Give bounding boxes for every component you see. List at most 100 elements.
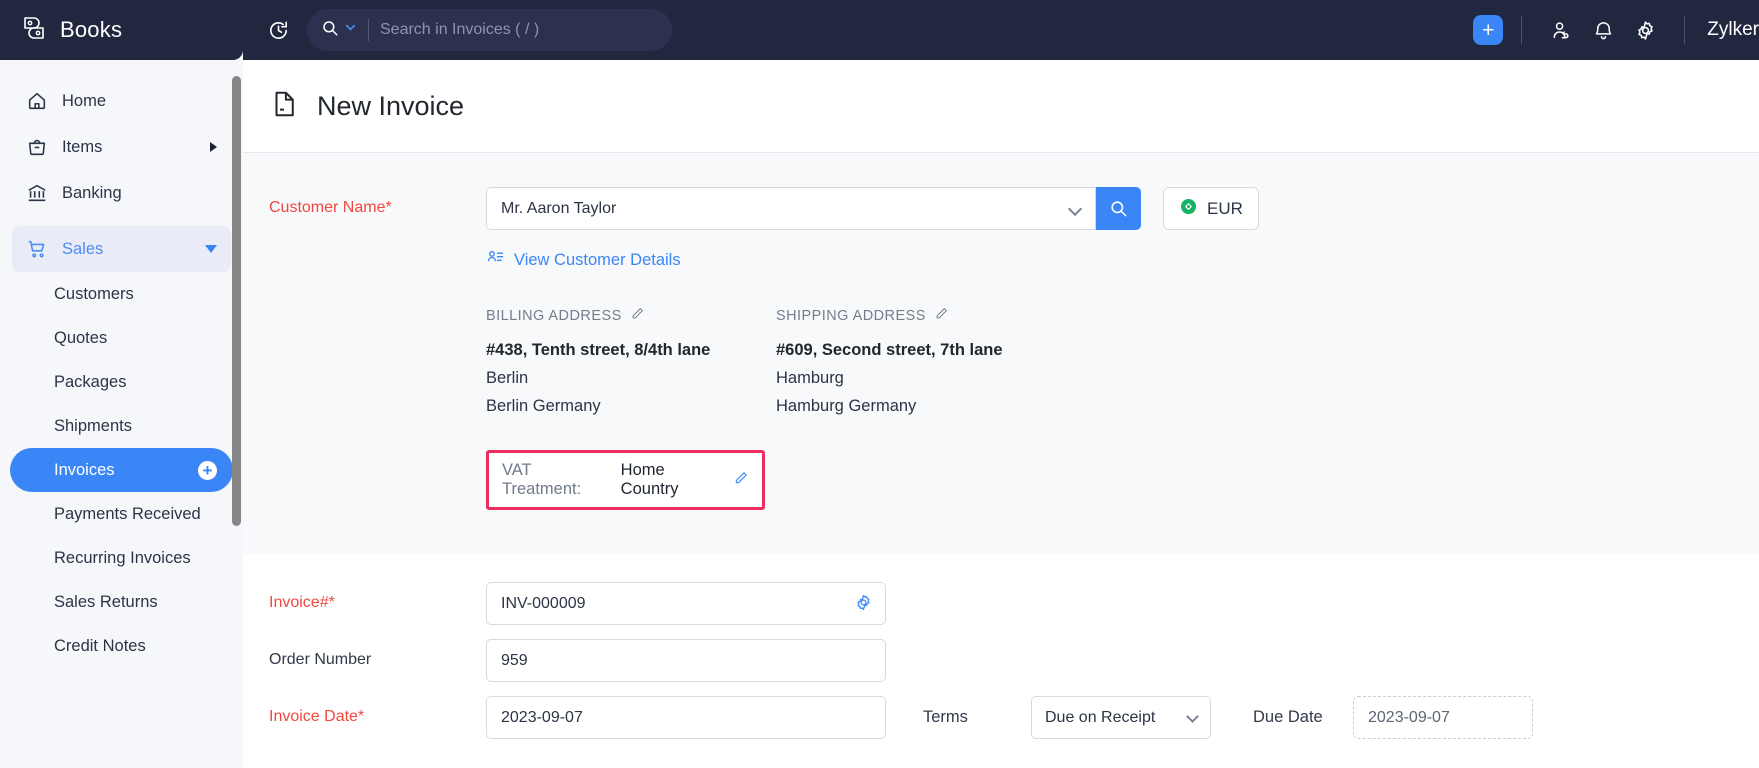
invoice-number-label: Invoice#* (269, 582, 486, 612)
pencil-icon[interactable] (733, 470, 749, 491)
customer-name-select-wrap (486, 187, 1096, 230)
pencil-icon[interactable] (630, 306, 645, 325)
search-icon (321, 19, 339, 42)
sidebar-sub-label: Payments Received (54, 505, 201, 524)
sidebar-item-label: Items (62, 138, 102, 157)
sidebar-item-banking[interactable]: Banking (12, 170, 231, 216)
document-icon (269, 89, 299, 124)
invoice-date-input[interactable] (486, 696, 886, 739)
due-date-label: Due Date (1253, 696, 1353, 727)
due-date-value[interactable]: 2023-09-07 (1353, 696, 1533, 739)
billing-address-line1: #438, Tenth street, 8/4th lane (486, 341, 776, 360)
bank-icon (26, 182, 52, 204)
invoice-date-label: Invoice Date* (269, 696, 486, 726)
quick-create-button[interactable]: + (1473, 15, 1503, 45)
topbar-divider (1684, 16, 1685, 44)
sidebar-item-sales-returns[interactable]: Sales Returns (10, 580, 233, 624)
vat-treatment-box[interactable]: VAT Treatment: Home Country (486, 450, 765, 510)
cart-icon (26, 238, 52, 260)
history-clock-icon[interactable] (261, 19, 295, 42)
chevron-right-icon (210, 142, 217, 152)
invoice-number-field (486, 582, 886, 625)
currency-icon (1179, 197, 1198, 221)
invoice-number-input[interactable] (486, 582, 886, 625)
sidebar-item-label: Banking (62, 184, 122, 203)
bell-icon[interactable] (1582, 19, 1624, 42)
view-customer-details-link[interactable]: View Customer Details (486, 248, 1259, 272)
billing-address-block: BILLING ADDRESS #438, Tenth street, 8/4t… (486, 306, 776, 416)
gear-icon[interactable] (854, 593, 873, 617)
terms-field: Due on Receipt (1031, 696, 1211, 739)
sidebar-item-packages[interactable]: Packages (10, 360, 233, 404)
top-bar: Search in Invoices ( / ) + (243, 0, 1759, 60)
shipping-address-line3: Hamburg Germany (776, 397, 1066, 416)
contact-card-icon (486, 248, 505, 272)
shipping-address-heading: SHIPPING ADDRESS (776, 306, 1066, 325)
sidebar-sub-label: Recurring Invoices (54, 549, 191, 568)
sidebar-sub-label: Credit Notes (54, 637, 146, 656)
search-divider (368, 19, 369, 41)
home-icon (26, 90, 52, 112)
add-invoice-icon[interactable]: + (198, 461, 217, 480)
sidebar-item-invoices[interactable]: Invoices + (10, 448, 233, 492)
customer-section: Customer Name* (243, 153, 1759, 554)
sidebar-item-customers[interactable]: Customers (10, 272, 233, 316)
address-grid: BILLING ADDRESS #438, Tenth street, 8/4t… (486, 306, 1259, 416)
main-column: Search in Invoices ( / ) + (243, 0, 1759, 768)
sidebar-sub-label: Quotes (54, 329, 107, 348)
chevron-down-icon[interactable] (344, 21, 357, 39)
order-number-field (486, 639, 886, 682)
billing-address-label: BILLING ADDRESS (486, 308, 622, 324)
currency-code: EUR (1207, 199, 1243, 219)
terms-label: Terms (923, 696, 1031, 727)
bag-icon (26, 136, 52, 158)
customer-name-input[interactable] (486, 187, 1096, 230)
shipping-address-line2: Hamburg (776, 369, 1066, 388)
currency-badge[interactable]: EUR (1163, 187, 1259, 230)
global-search[interactable]: Search in Invoices ( / ) (307, 9, 672, 51)
sidebar-item-recurring-invoices[interactable]: Recurring Invoices (10, 536, 233, 580)
billing-address-line2: Berlin (486, 369, 776, 388)
sidebar-item-payments-received[interactable]: Payments Received (10, 492, 233, 536)
sidebar-sub-label: Packages (54, 373, 126, 392)
sidebar-scrollbar[interactable] (232, 76, 241, 526)
search-input[interactable]: Search in Invoices ( / ) (380, 21, 539, 39)
brand-header[interactable]: Books (0, 0, 243, 60)
sidebar-sub-label: Sales Returns (54, 593, 158, 612)
invoice-date-row: Invoice Date* Terms Due on Receipt Due D… (269, 696, 1759, 739)
sidebar-item-credit-notes[interactable]: Credit Notes (10, 624, 233, 668)
sidebar-item-home[interactable]: Home (12, 78, 231, 124)
shipping-address-label: SHIPPING ADDRESS (776, 308, 926, 324)
gear-icon[interactable] (1624, 19, 1666, 42)
users-add-icon[interactable] (1540, 19, 1582, 42)
sidebar-sub-label: Shipments (54, 417, 132, 436)
sidebar-sub-label: Customers (54, 285, 134, 304)
chevron-down-icon (205, 245, 217, 253)
customer-search-button[interactable] (1096, 187, 1141, 230)
sidebar-item-quotes[interactable]: Quotes (10, 316, 233, 360)
page-title: New Invoice (317, 91, 464, 122)
billing-address-line3: Berlin Germany (486, 397, 776, 416)
left-column: Books Home (0, 0, 243, 768)
terms-select[interactable]: Due on Receipt (1031, 696, 1211, 739)
vat-treatment-value: Home Country (621, 461, 726, 499)
invoice-details-section: Invoice#* Order Number (243, 554, 1759, 739)
topbar-actions: + (1473, 15, 1759, 45)
view-customer-details-label: View Customer Details (514, 251, 681, 270)
invoice-number-row: Invoice#* (269, 582, 1759, 625)
sidebar-item-sales[interactable]: Sales (12, 226, 231, 272)
shipping-address-line1: #609, Second street, 7th lane (776, 341, 1066, 360)
organization-name[interactable]: Zylker (1703, 19, 1759, 41)
sidebar-item-shipments[interactable]: Shipments (10, 404, 233, 448)
customer-name-row: Customer Name* (269, 187, 1759, 510)
topbar-divider (1521, 16, 1522, 44)
sidebar-nav: Home Items (0, 60, 243, 768)
pencil-icon[interactable] (934, 306, 949, 325)
sidebar-sub-label: Invoices (54, 461, 115, 480)
vat-treatment-label: VAT Treatment: (502, 461, 614, 499)
order-number-input[interactable] (486, 639, 886, 682)
customer-name-label: Customer Name* (269, 187, 486, 217)
books-logo-icon (20, 14, 48, 47)
sidebar-item-items[interactable]: Items (12, 124, 231, 170)
sidebar-item-label: Sales (62, 240, 103, 259)
